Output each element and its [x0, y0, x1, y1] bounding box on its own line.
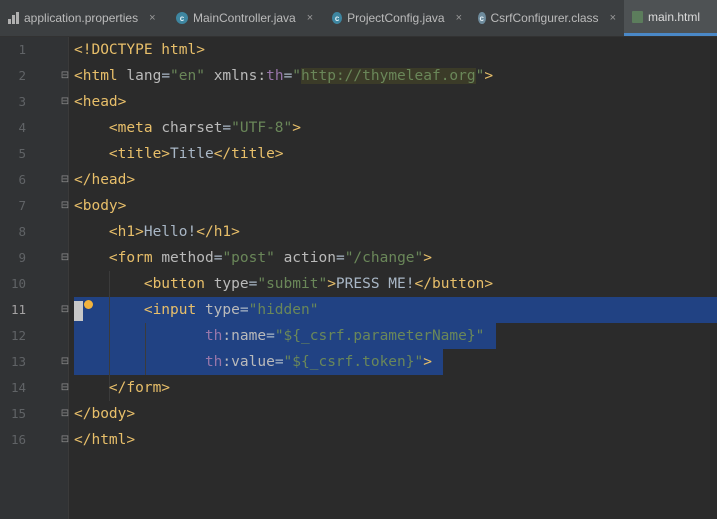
html-file-icon — [632, 10, 643, 23]
line-number: 2 — [18, 68, 26, 83]
code-line: 8 <h1>Hello!</h1> — [0, 219, 717, 245]
line-number: 12 — [10, 328, 26, 343]
fold-icon[interactable]: ⊟ — [60, 383, 70, 393]
fold-icon[interactable]: ⊟ — [60, 175, 70, 185]
properties-file-icon — [8, 12, 19, 24]
code-line: 14 ⊟ </form> — [0, 375, 717, 401]
code-line-current: 11 ⊟ <input type="hidden" — [0, 297, 717, 323]
line-number: 7 — [18, 198, 26, 213]
line-number: 11 — [10, 302, 26, 317]
line-number: 15 — [10, 406, 26, 421]
tab-main-controller[interactable]: c MainController.java × — [168, 0, 324, 36]
code-line: 16 ⊟ </html> — [0, 427, 717, 453]
fold-icon[interactable]: ⊟ — [60, 71, 70, 81]
code-text: th:name="${_csrf.parameterName}" — [204, 328, 485, 344]
code-line: 9 ⊟ <form method="post" action="/change"… — [0, 245, 717, 271]
code-editor[interactable]: 1 <!DOCTYPE html> 2 ⊟ <html lang="en" xm… — [0, 37, 717, 519]
tab-csrf-configurer[interactable]: c CsrfConfigurer.class × — [470, 0, 624, 36]
code-text: </html> — [74, 432, 136, 448]
code-text: <form method="post" action="/change"> — [108, 250, 432, 266]
line-number: 16 — [10, 432, 26, 447]
tab-label: application.properties — [24, 11, 139, 25]
line-number: 1 — [18, 42, 26, 57]
code-line: 12 th:name="${_csrf.parameterName}" — [0, 323, 717, 349]
code-text: <meta charset="UTF-8"> — [108, 120, 301, 136]
fold-icon[interactable]: ⊟ — [60, 201, 70, 211]
line-number: 8 — [18, 224, 26, 239]
code-text: th:value="${_csrf.token}"> — [204, 354, 432, 370]
tab-label: main.html — [648, 9, 701, 24]
line-number: 5 — [18, 146, 26, 161]
java-class-icon: c — [176, 12, 188, 24]
close-icon[interactable]: × — [149, 12, 155, 24]
code-text: <body> — [74, 198, 127, 214]
line-number: 9 — [18, 250, 26, 265]
code-text: <h1>Hello!</h1> — [108, 224, 240, 240]
line-number: 3 — [18, 94, 26, 109]
line-number: 10 — [10, 276, 26, 291]
tab-label: ProjectConfig.java — [347, 11, 445, 25]
close-icon[interactable]: × — [307, 12, 313, 24]
code-line: 5 <title>Title</title> — [0, 141, 717, 167]
code-text: <title>Title</title> — [108, 146, 284, 162]
tab-application-properties[interactable]: application.properties × — [0, 0, 168, 36]
code-text: <input type="hidden" — [143, 302, 319, 318]
tab-label: CsrfConfigurer.class — [490, 11, 599, 25]
code-line: 3 ⊟ <head> — [0, 89, 717, 115]
line-number: 4 — [18, 120, 26, 135]
code-line: 10 <button type="submit">PRESS ME!</butt… — [0, 271, 717, 297]
tab-label: MainController.java — [193, 11, 296, 25]
code-line: 2 ⊟ <html lang="en" xmlns:th="http://thy… — [0, 63, 717, 89]
code-line: 15 ⊟ </body> — [0, 401, 717, 427]
fold-icon[interactable]: ⊟ — [60, 305, 70, 315]
code-line: 6 ⊟ </head> — [0, 167, 717, 193]
fold-icon[interactable]: ⊟ — [60, 253, 70, 263]
editor-tab-bar: application.properties × c MainControlle… — [0, 0, 717, 37]
lightbulb-icon[interactable] — [84, 300, 93, 309]
code-text: <html lang="en" xmlns:th="http://thymele… — [74, 68, 494, 84]
close-icon[interactable]: × — [456, 12, 462, 24]
fold-icon[interactable]: ⊟ — [60, 97, 70, 107]
code-line: 7 ⊟ <body> — [0, 193, 717, 219]
tab-project-config[interactable]: c ProjectConfig.java × — [324, 0, 470, 36]
fold-icon[interactable]: ⊟ — [60, 409, 70, 419]
line-number: 6 — [18, 172, 26, 187]
text-cursor — [74, 301, 83, 321]
close-icon[interactable]: × — [610, 12, 616, 24]
code-text: <!DOCTYPE html> — [74, 42, 205, 58]
compiled-class-icon: c — [478, 12, 486, 24]
code-text: <head> — [74, 94, 127, 110]
line-number: 14 — [10, 380, 26, 395]
line-number: 13 — [10, 354, 26, 369]
code-line: 13 ⊟ th:value="${_csrf.token}"> — [0, 349, 717, 375]
fold-icon[interactable]: ⊟ — [60, 435, 70, 445]
code-text: </head> — [74, 172, 136, 188]
code-text: <button type="submit">PRESS ME!</button> — [143, 276, 494, 292]
code-line: 4 <meta charset="UTF-8"> — [0, 115, 717, 141]
code-text: </form> — [108, 380, 171, 396]
code-line: 1 <!DOCTYPE html> — [0, 37, 717, 63]
code-text: </body> — [74, 406, 136, 422]
fold-icon[interactable]: ⊟ — [60, 357, 70, 367]
java-class-icon: c — [332, 12, 343, 24]
tab-main-html[interactable]: main.html — [624, 0, 717, 36]
